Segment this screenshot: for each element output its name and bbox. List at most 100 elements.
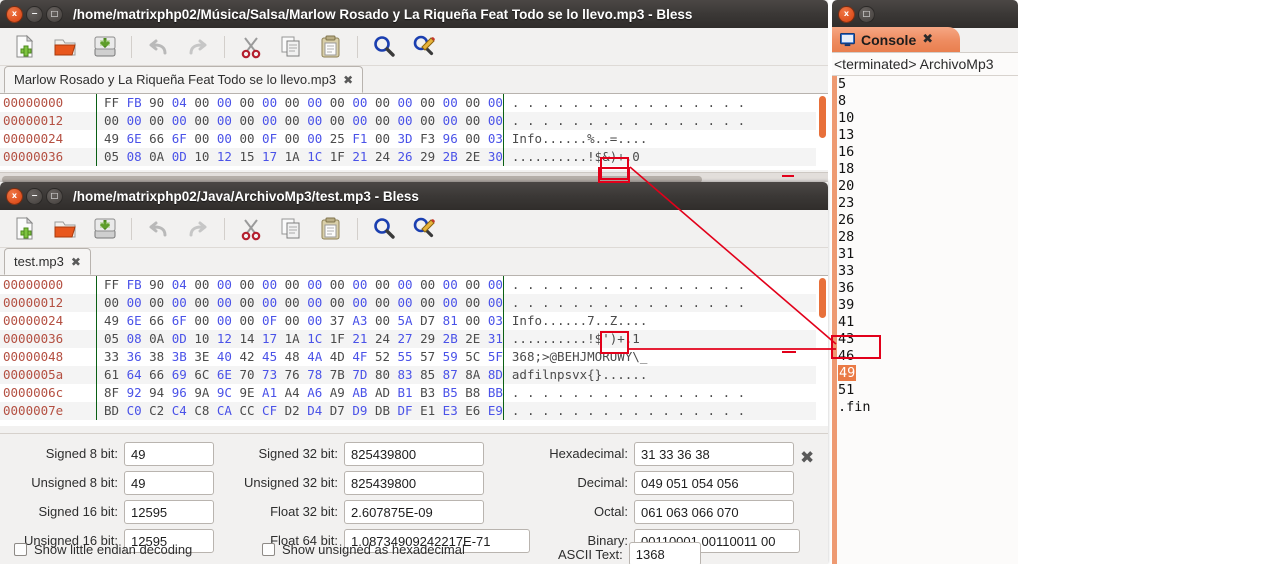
console-tabrow[interactable]: Console ✖ xyxy=(832,27,1018,53)
hex-byte[interactable]: CA xyxy=(217,403,240,418)
hex-byte[interactable]: 00 xyxy=(352,95,375,110)
hex-byte[interactable]: 81 xyxy=(443,313,466,328)
hex-byte[interactable]: 00 xyxy=(285,95,308,110)
hex-byte[interactable]: 70 xyxy=(239,367,262,382)
bless-window-2[interactable]: x − □ /home/matrixphp02/Java/ArchivoMp3/… xyxy=(0,182,828,564)
hex-byte[interactable]: 00 xyxy=(127,295,150,310)
hex-byte[interactable]: 00 xyxy=(488,113,503,128)
hex-byte[interactable]: 00 xyxy=(330,95,353,110)
hex-byte[interactable]: BD xyxy=(104,403,127,418)
hex-byte[interactable]: 00 xyxy=(149,295,172,310)
hex-byte[interactable]: 00 xyxy=(375,313,398,328)
open-file-button[interactable] xyxy=(46,30,84,64)
paste-button[interactable] xyxy=(312,212,350,246)
hex-byte[interactable]: BB xyxy=(488,385,503,400)
hex-bytes[interactable]: 61 64 66 69 6C 6E 70 73 76 78 7B 7D 80 8… xyxy=(97,366,503,384)
hex-byte[interactable]: 00 xyxy=(194,295,217,310)
hex-byte[interactable]: 96 xyxy=(172,385,195,400)
hex-byte[interactable]: 85 xyxy=(420,367,443,382)
window2-titlebar[interactable]: x − □ /home/matrixphp02/Java/ArchivoMp3/… xyxy=(0,182,828,210)
window2-vertical-scrollbar[interactable] xyxy=(816,276,828,426)
hex-byte[interactable]: D9 xyxy=(352,403,375,418)
hex-byte[interactable]: 48 xyxy=(285,349,308,364)
hex-byte[interactable]: 00 xyxy=(262,277,285,292)
hex-byte[interactable]: 9C xyxy=(217,385,240,400)
hex-row[interactable]: 0000005a 61 64 66 69 6C 6E 70 73 76 78 7B… xyxy=(0,366,828,384)
hex-row[interactable]: 00000000 FF FB 90 04 00 00 00 00 00 00 00… xyxy=(0,276,828,294)
hex-byte[interactable]: C0 xyxy=(127,403,150,418)
hex-byte[interactable]: 00 xyxy=(420,95,443,110)
hex-byte[interactable]: AB xyxy=(352,385,375,400)
hex-byte[interactable]: 10 xyxy=(194,331,217,346)
bless-window-1[interactable]: x − □ /home/matrixphp02/Música/Salsa/Mar… xyxy=(0,0,828,190)
hex-byte[interactable]: 00 xyxy=(330,113,353,128)
hex-byte[interactable]: 00 xyxy=(465,131,488,146)
hex-byte[interactable]: 8F xyxy=(104,385,127,400)
window1-controls[interactable]: x − □ xyxy=(6,5,63,23)
hex-byte[interactable]: 29 xyxy=(420,149,443,164)
hex-byte[interactable]: 26 xyxy=(398,149,421,164)
hex-byte[interactable]: 04 xyxy=(172,95,195,110)
hex-byte[interactable]: 15 xyxy=(239,149,262,164)
hex-byte[interactable]: 59 xyxy=(443,349,466,364)
hex-byte[interactable]: 00 xyxy=(172,295,195,310)
hex-byte[interactable]: 5A xyxy=(398,313,421,328)
hex-byte[interactable]: 0D xyxy=(172,149,195,164)
hex-byte[interactable]: 0F xyxy=(262,313,285,328)
hex-byte[interactable]: E1 xyxy=(420,403,443,418)
window1-close-button[interactable]: x xyxy=(6,5,23,23)
hex-bytes[interactable]: 00 00 00 00 00 00 00 00 00 00 00 00 00 0… xyxy=(97,112,503,130)
hex-byte[interactable]: 00 xyxy=(465,95,488,110)
hex-byte[interactable]: C2 xyxy=(149,403,172,418)
hex-byte[interactable]: DF xyxy=(398,403,421,418)
hex-row[interactable]: 00000012 00 00 00 00 00 00 00 00 00 00 00… xyxy=(0,294,828,312)
decode-field[interactable]: 2.607875E-09 xyxy=(344,500,484,524)
hex-byte[interactable]: 00 xyxy=(352,295,375,310)
hex-byte[interactable]: 00 xyxy=(398,277,421,292)
hex-byte[interactable]: 00 xyxy=(307,113,330,128)
hex-byte[interactable]: 0A xyxy=(149,149,172,164)
redo-button[interactable] xyxy=(179,30,217,64)
hex-bytes[interactable]: FF FB 90 04 00 00 00 00 00 00 00 00 00 0… xyxy=(97,276,503,294)
eclipse-console-window[interactable]: x □ Console ✖ <terminated> ArchivoMp3 58… xyxy=(832,0,1018,564)
decode-field[interactable]: 061 063 066 070 xyxy=(634,500,794,524)
hex-byte[interactable]: 00 xyxy=(443,295,466,310)
console-close-button[interactable]: x xyxy=(838,5,855,23)
hex-byte[interactable]: 2E xyxy=(465,149,488,164)
hex-byte[interactable]: FB xyxy=(127,95,150,110)
hex-byte[interactable]: 00 xyxy=(239,277,262,292)
window1-tab-close-icon[interactable]: ✖ xyxy=(343,73,353,87)
hex-byte[interactable]: 49 xyxy=(104,131,127,146)
hex-byte[interactable]: B1 xyxy=(398,385,421,400)
hex-byte[interactable]: 2B xyxy=(443,331,466,346)
hex-byte[interactable]: 00 xyxy=(217,131,240,146)
save-file-button[interactable] xyxy=(86,212,124,246)
hex-byte[interactable]: FB xyxy=(127,277,150,292)
hex-byte[interactable]: AD xyxy=(375,385,398,400)
hex-byte[interactable]: 6F xyxy=(172,313,195,328)
hex-byte[interactable]: A6 xyxy=(307,385,330,400)
console-tab-close-icon[interactable]: ✖ xyxy=(922,32,933,47)
hex-byte[interactable]: 00 xyxy=(465,277,488,292)
hex-byte[interactable]: E6 xyxy=(465,403,488,418)
hex-byte[interactable]: 00 xyxy=(104,295,127,310)
hex-byte[interactable]: 05 xyxy=(104,149,127,164)
hex-byte[interactable]: 78 xyxy=(307,367,330,382)
hex-byte[interactable]: 00 xyxy=(307,277,330,292)
hex-bytes[interactable]: BD C0 C2 C4 C8 CA CC CF D2 D4 D7 D9 DB D… xyxy=(97,402,503,420)
hex-byte[interactable]: 0D xyxy=(172,331,195,346)
hex-bytes[interactable]: 8F 92 94 96 9A 9C 9E A1 A4 A6 A9 AB AD B… xyxy=(97,384,503,402)
cut-button[interactable] xyxy=(232,30,270,64)
hex-byte[interactable]: 4A xyxy=(307,349,330,364)
open-file-button[interactable] xyxy=(46,212,84,246)
new-file-button[interactable] xyxy=(6,30,44,64)
hex-byte[interactable]: 00 xyxy=(194,113,217,128)
hex-byte[interactable]: 76 xyxy=(285,367,308,382)
ascii-text[interactable]: . . . . . . . . . . . . . . . . xyxy=(504,112,745,130)
hex-byte[interactable]: 42 xyxy=(239,349,262,364)
ascii-text-field[interactable]: 1368 xyxy=(628,542,701,564)
hex-byte[interactable]: 00 xyxy=(104,113,127,128)
hex-byte[interactable]: 17 xyxy=(262,331,285,346)
hex-bytes[interactable]: 05 08 0A 0D 10 12 14 17 1A 1C 1F 21 24 2… xyxy=(97,330,503,348)
hex-byte[interactable]: 6E xyxy=(217,367,240,382)
